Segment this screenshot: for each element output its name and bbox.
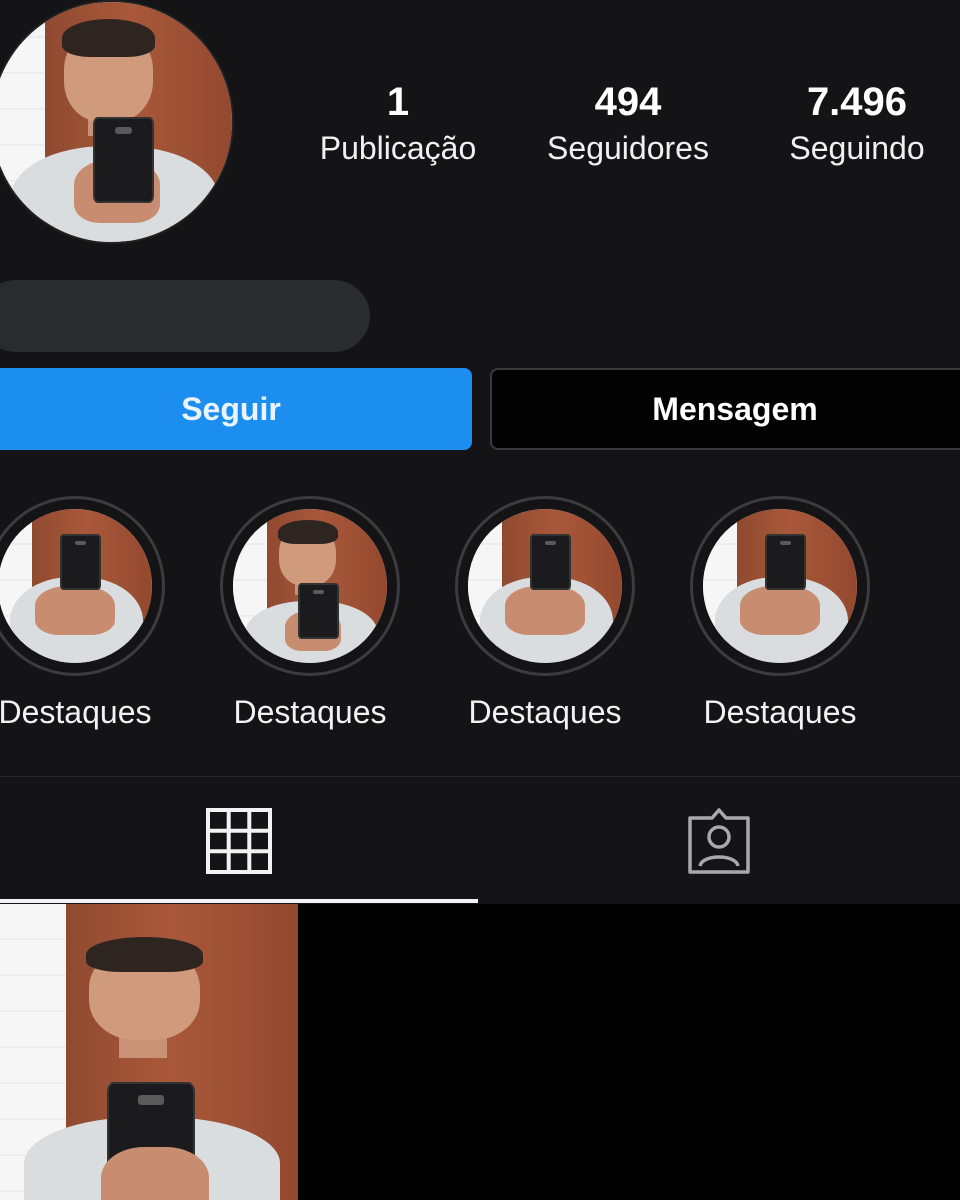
profile-avatar[interactable] xyxy=(0,0,234,244)
tabs-divider xyxy=(0,776,960,777)
highlight-item[interactable]: Destaques xyxy=(685,496,875,730)
following-count: 7.496 xyxy=(806,80,908,124)
highlight-label: Destaques xyxy=(703,694,857,730)
stat-following[interactable]: 7.496 Seguindo xyxy=(757,80,957,168)
highlight-label: Destaques xyxy=(468,694,622,730)
tagged-person-icon xyxy=(688,808,750,874)
highlight-ring xyxy=(690,496,870,676)
highlight-item[interactable]: Destaques xyxy=(215,496,405,730)
highlight-photo xyxy=(468,509,622,663)
stat-followers[interactable]: 494 Seguidores xyxy=(528,80,728,168)
post-photo xyxy=(0,904,298,1200)
highlight-ring xyxy=(220,496,400,676)
tab-tagged[interactable] xyxy=(478,780,960,902)
followers-label: Seguidores xyxy=(547,130,709,166)
posts-label: Publicação xyxy=(319,130,477,166)
following-label: Seguindo xyxy=(789,130,925,166)
active-tab-indicator xyxy=(0,899,478,903)
highlight-label: Destaques xyxy=(0,694,152,730)
bio-placeholder-bar xyxy=(0,280,370,352)
highlight-photo xyxy=(0,509,152,663)
tab-posts-grid[interactable] xyxy=(0,780,478,902)
follow-button[interactable]: Seguir xyxy=(0,368,472,450)
post-thumbnail[interactable] xyxy=(0,904,298,1200)
followers-count: 494 xyxy=(594,80,662,124)
highlight-photo xyxy=(233,509,387,663)
message-button[interactable]: Mensagem xyxy=(490,368,960,450)
grid-icon xyxy=(206,808,272,874)
highlight-item[interactable]: Destaques xyxy=(450,496,640,730)
stat-posts[interactable]: 1 Publicação xyxy=(298,80,498,168)
highlight-item[interactable]: Destaques xyxy=(0,496,170,730)
highlight-photo xyxy=(703,509,857,663)
highlight-ring xyxy=(0,496,165,676)
avatar-photo xyxy=(0,2,232,242)
highlight-ring xyxy=(455,496,635,676)
highlight-label: Destaques xyxy=(233,694,387,730)
posts-count: 1 xyxy=(386,80,410,124)
